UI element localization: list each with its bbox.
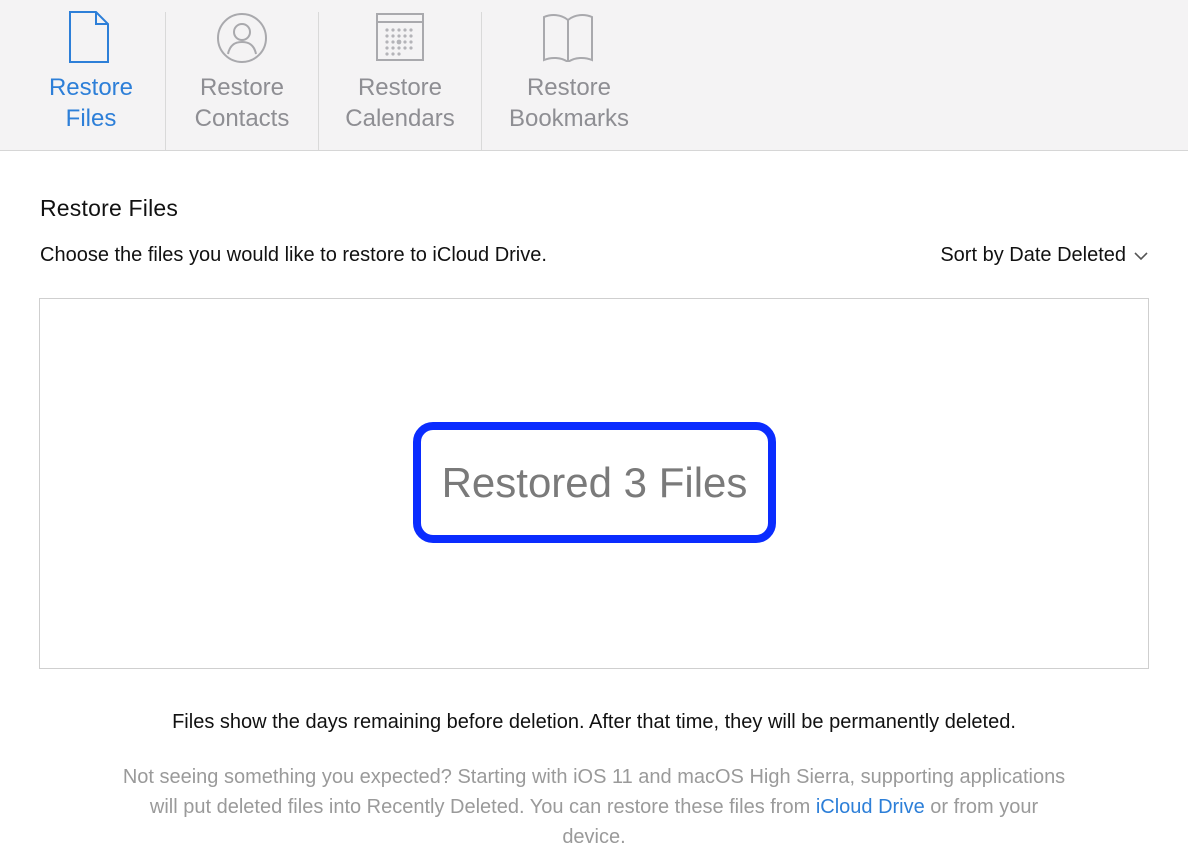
icloud-drive-link[interactable]: iCloud Drive [816,796,925,818]
recently-deleted-note: Not seeing something you expected? Start… [120,762,1068,852]
book-icon [541,12,595,67]
calendar-icon [376,13,424,66]
tab-label: Restore Bookmarks [508,74,630,132]
tab-restore-files[interactable]: Restore Files [18,0,164,150]
tab-restore-contacts[interactable]: Restore Contacts [166,0,318,150]
deletion-info: Files show the days remaining before del… [172,711,1016,733]
restored-message: Restored 3 Files [413,422,776,543]
sort-dropdown[interactable]: Sort by Date Deleted [940,244,1148,267]
page-title: Restore Files [40,195,179,221]
page-subtitle: Choose the files you would like to resto… [40,244,547,266]
tab-label: Restore Calendars [345,74,455,132]
contact-icon [216,12,268,69]
sort-label: Sort by Date Deleted [940,244,1126,266]
tab-restore-calendars[interactable]: Restore Calendars [319,0,481,150]
document-icon [68,10,110,69]
tab-restore-bookmarks[interactable]: Restore Bookmarks [482,0,656,150]
tab-label: Restore Files [48,74,134,132]
restore-toolbar: Restore Files Restore Contacts Restore C… [0,0,1188,151]
tab-label: Restore Contacts [194,74,290,132]
chevron-down-icon [1134,244,1148,267]
